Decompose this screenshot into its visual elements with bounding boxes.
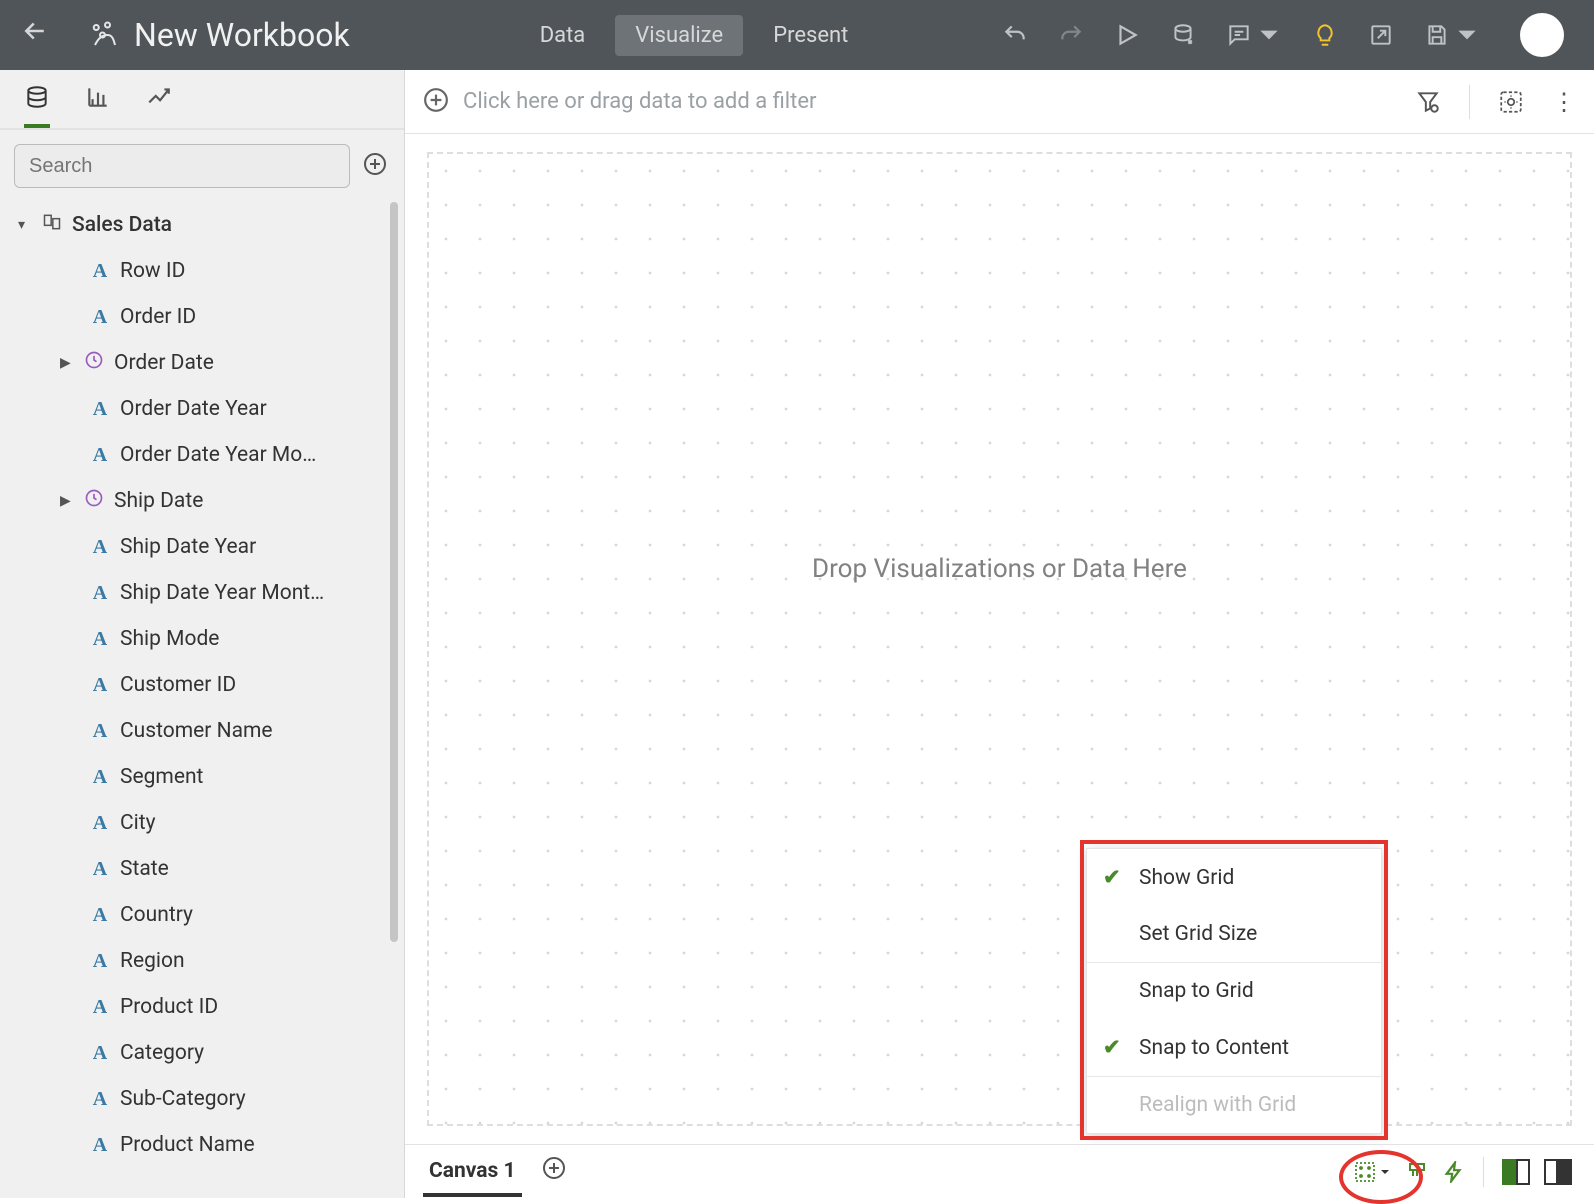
- field-ship-date-ym[interactable]: AShip Date Year Mont…: [14, 570, 400, 616]
- separator: [1469, 85, 1470, 119]
- separator: [1483, 1157, 1484, 1187]
- attribute-icon: A: [90, 904, 110, 927]
- field-order-date-year[interactable]: AOrder Date Year: [14, 386, 400, 432]
- caret-right-icon: ▶: [60, 493, 74, 509]
- attribute-icon: A: [90, 536, 110, 559]
- preview-button[interactable]: [1114, 22, 1140, 48]
- insights-button[interactable]: [1312, 22, 1338, 48]
- menu-snap-to-content[interactable]: ✔Snap to Content: [1087, 1019, 1381, 1076]
- back-button[interactable]: [20, 16, 60, 54]
- attribute-icon: A: [90, 674, 110, 697]
- field-sub-category[interactable]: ASub-Category: [14, 1076, 400, 1122]
- field-product-name[interactable]: AProduct Name: [14, 1122, 400, 1168]
- attribute-icon: A: [90, 1088, 110, 1111]
- mode-tab-visualize[interactable]: Visualize: [615, 15, 743, 56]
- field-customer-id[interactable]: ACustomer ID: [14, 662, 400, 708]
- attribute-icon: A: [90, 766, 110, 789]
- data-tree: ▾ Sales Data ARow ID AOrder ID ▶ Order D…: [0, 196, 404, 1198]
- field-product-id[interactable]: AProduct ID: [14, 984, 400, 1030]
- add-filter-button[interactable]: [423, 87, 449, 117]
- export-button[interactable]: [1368, 22, 1394, 48]
- more-menu-button[interactable]: ⋮: [1552, 88, 1576, 116]
- attribute-icon: A: [90, 996, 110, 1019]
- canvas-hint: Drop Visualizations or Data Here: [812, 554, 1187, 584]
- attribute-icon: A: [90, 260, 110, 283]
- check-icon: ✔: [1103, 1035, 1125, 1060]
- caret-right-icon: ▶: [60, 355, 74, 371]
- attribute-icon: A: [90, 306, 110, 329]
- filter-settings-button[interactable]: [1415, 89, 1441, 115]
- redo-button[interactable]: [1058, 22, 1084, 48]
- dataset-icon: [42, 212, 62, 238]
- toggle-left-panel[interactable]: [1502, 1159, 1530, 1185]
- clock-icon: [84, 350, 104, 376]
- refresh-data-button[interactable]: [1170, 22, 1196, 48]
- field-ship-date[interactable]: ▶ Ship Date: [14, 478, 400, 524]
- add-dataset-button[interactable]: [360, 150, 390, 183]
- menu-show-grid[interactable]: ✔Show Grid: [1087, 849, 1381, 906]
- field-order-id[interactable]: AOrder ID: [14, 294, 400, 340]
- sidebar-tab-analytics[interactable]: [146, 84, 172, 128]
- field-country[interactable]: ACountry: [14, 892, 400, 938]
- user-avatar[interactable]: [1520, 13, 1564, 57]
- properties-button[interactable]: [1498, 89, 1524, 115]
- field-region[interactable]: ARegion: [14, 938, 400, 984]
- search-input[interactable]: [14, 144, 350, 188]
- tree-scrollbar[interactable]: [390, 202, 398, 942]
- brush-button[interactable]: [1405, 1160, 1429, 1184]
- field-segment[interactable]: ASegment: [14, 754, 400, 800]
- field-category[interactable]: ACategory: [14, 1030, 400, 1076]
- field-city[interactable]: ACity: [14, 800, 400, 846]
- save-button[interactable]: [1424, 22, 1480, 48]
- comments-button[interactable]: [1226, 22, 1282, 48]
- canvas-tab-1[interactable]: Canvas 1: [423, 1147, 522, 1197]
- workbook-title[interactable]: New Workbook: [134, 16, 350, 54]
- field-customer-name[interactable]: ACustomer Name: [14, 708, 400, 754]
- attribute-icon: A: [90, 444, 110, 467]
- field-order-date[interactable]: ▶ Order Date: [14, 340, 400, 386]
- sidebar-tab-data[interactable]: [24, 84, 50, 128]
- menu-realign-grid: Realign with Grid: [1087, 1077, 1381, 1133]
- attribute-icon: A: [90, 398, 110, 421]
- check-icon: ✔: [1103, 865, 1125, 890]
- attribute-icon: A: [90, 582, 110, 605]
- field-order-date-ym[interactable]: AOrder Date Year Mo…: [14, 432, 400, 478]
- menu-set-grid-size[interactable]: Set Grid Size: [1087, 906, 1381, 962]
- toggle-right-panel[interactable]: [1544, 1159, 1572, 1185]
- attribute-icon: A: [90, 1042, 110, 1065]
- field-ship-date-year[interactable]: AShip Date Year: [14, 524, 400, 570]
- field-row-id[interactable]: ARow ID: [14, 248, 400, 294]
- grid-options-menu: ✔Show Grid Set Grid Size Snap to Grid ✔S…: [1086, 848, 1382, 1134]
- field-state[interactable]: AState: [14, 846, 400, 892]
- dataset-name: Sales Data: [72, 213, 172, 237]
- add-canvas-button[interactable]: [542, 1156, 566, 1187]
- attribute-icon: A: [90, 812, 110, 835]
- attribute-icon: A: [90, 720, 110, 743]
- attribute-icon: A: [90, 858, 110, 881]
- mode-tab-present[interactable]: Present: [753, 15, 868, 56]
- workbook-icon: [90, 20, 120, 50]
- mode-tab-data[interactable]: Data: [520, 15, 606, 56]
- menu-snap-to-grid[interactable]: Snap to Grid: [1087, 963, 1381, 1019]
- grid-guides-button[interactable]: [1353, 1160, 1391, 1184]
- canvas-dropzone[interactable]: Drop Visualizations or Data Here: [427, 152, 1572, 1126]
- caret-down-icon: ▾: [18, 217, 32, 233]
- filter-bar-hint[interactable]: Click here or drag data to add a filter: [463, 89, 1401, 114]
- dataset-node[interactable]: ▾ Sales Data: [14, 202, 400, 248]
- undo-button[interactable]: [1002, 22, 1028, 48]
- clock-icon: [84, 488, 104, 514]
- attribute-icon: A: [90, 628, 110, 651]
- attribute-icon: A: [90, 950, 110, 973]
- auto-insights-button[interactable]: [1443, 1161, 1465, 1183]
- attribute-icon: A: [90, 1134, 110, 1157]
- sidebar-tab-viz[interactable]: [85, 84, 111, 128]
- field-ship-mode[interactable]: AShip Mode: [14, 616, 400, 662]
